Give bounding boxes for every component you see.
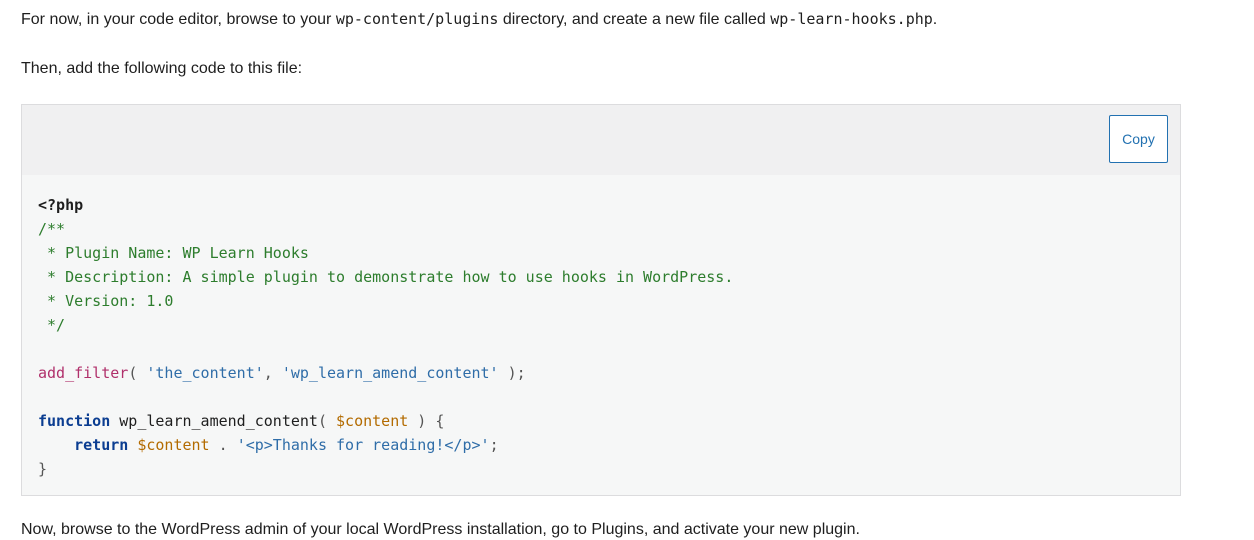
code-line: /** [38,217,733,241]
code-token: /** [38,220,66,238]
code-token: * Version: 1.0 [38,292,174,310]
inline-code-filename: wp-learn-hooks.php [770,10,933,28]
inline-code-directory: wp-content/plugins [335,10,499,28]
code-token: $content [336,412,409,430]
code-token: 'the_content' [146,364,264,382]
code-token: function [38,412,111,430]
code-token: * Description: A simple plugin to demons… [38,268,734,286]
code-token: 'wp_learn_amend_content' [281,364,499,382]
code-line: } [38,457,733,481]
intro-paragraph-1: For now, in your code editor, browse to … [21,9,937,30]
code-token: ) { [408,412,445,430]
code-token: ( [317,412,337,430]
code-token: } [38,460,48,478]
code-toolbar: Copy [22,105,1180,175]
code-token: */ [38,316,66,334]
code-line: <?php [38,193,733,217]
code-token: '<p>Thanks for reading!</p>' [236,436,490,454]
intro-paragraph-2: Then, add the following code to this fil… [21,60,303,77]
code-token: . [209,436,237,454]
copy-button[interactable]: Copy [1109,115,1168,163]
code-token: , [263,364,282,382]
code-line: add_filter( 'the_content', 'wp_learn_ame… [38,361,733,385]
code-line: */ [38,313,733,337]
code-token: ; [489,436,499,454]
intro-text: directory, and create a new file called [498,11,771,28]
intro-text: For now, in your code editor, browse to … [21,11,336,28]
code-token: * Plugin Name: WP Learn Hooks [38,244,309,262]
code-token: return [74,436,129,454]
code-token: <?php [38,196,84,214]
code-block: Copy <?php /** * Plugin Name: WP Learn Ho… [21,104,1181,496]
code-token: ( [128,364,147,382]
code-line: * Plugin Name: WP Learn Hooks [38,241,733,265]
code-token: ); [498,364,526,382]
code-line: * Version: 1.0 [38,289,733,313]
code-token: add_filter [38,364,129,382]
code-line: function wp_learn_amend_content( $conten… [38,409,733,433]
code-line: return $content . '<p>Thanks for reading… [38,433,733,457]
code-content: <?php /** * Plugin Name: WP Learn Hooks *… [38,193,733,481]
code-token: $content [137,436,210,454]
outro-paragraph: Now, browse to the WordPress admin of yo… [21,521,860,538]
code-line: * Description: A simple plugin to demons… [38,265,733,289]
intro-text: . [932,11,938,28]
code-token: wp_learn_amend_content [110,412,318,430]
